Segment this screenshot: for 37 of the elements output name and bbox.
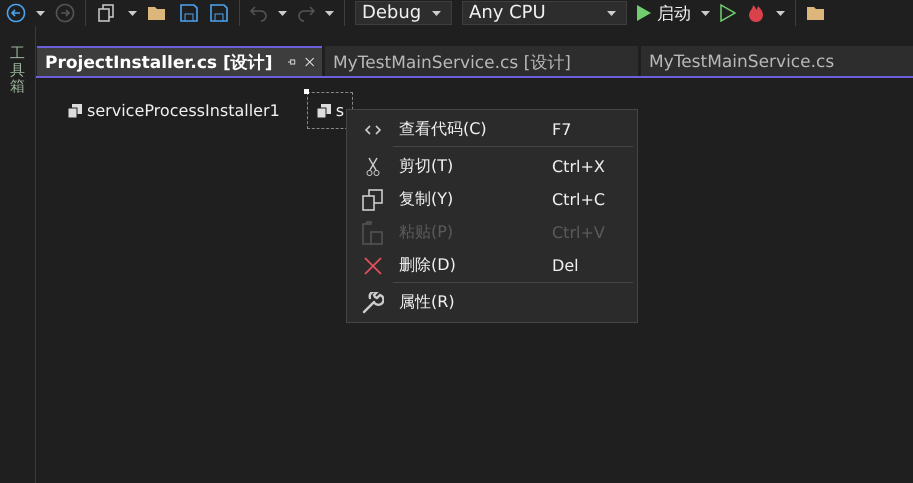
menu-item[interactable]: 剪切(T) Ctrl+X <box>347 150 637 183</box>
document-tab[interactable]: MyTestMainService.cs [设计] <box>325 46 638 76</box>
component-item[interactable]: serviceProcessInstaller1 <box>58 92 289 129</box>
save-icon[interactable] <box>179 3 199 23</box>
component-icon <box>67 102 83 118</box>
play-icon <box>637 5 651 21</box>
caret-icon[interactable] <box>776 10 785 16</box>
play-outline-icon[interactable] <box>720 4 736 22</box>
caret-icon[interactable] <box>432 10 441 16</box>
caret-icon[interactable] <box>701 10 710 16</box>
caret-icon[interactable] <box>325 10 334 16</box>
wrench-icon <box>362 292 384 314</box>
pin-icon[interactable] <box>288 57 297 67</box>
menu-item[interactable]: 复制(Y) Ctrl+C <box>347 183 637 216</box>
menu-item[interactable]: 删除(D) Del <box>347 249 637 282</box>
menu-item[interactable]: 属性(R) <box>347 286 637 319</box>
flame-icon[interactable] <box>746 3 766 23</box>
close-icon[interactable] <box>304 55 314 69</box>
caret-icon[interactable] <box>607 10 616 16</box>
document-tab[interactable]: MyTestMainService.cs <box>641 46 913 76</box>
caret-icon[interactable] <box>278 10 287 16</box>
copy-icon <box>362 188 384 210</box>
configuration-dropdown[interactable]: Debug <box>355 1 452 25</box>
scissors-icon <box>366 156 380 176</box>
caret-icon[interactable] <box>128 10 137 16</box>
caret-icon[interactable] <box>36 10 45 16</box>
code-icon <box>365 124 381 134</box>
document-tab[interactable]: ProjectInstaller.cs [设计] <box>37 46 322 76</box>
paste-icon <box>362 220 384 244</box>
toolbox-tab[interactable]: 工具箱 <box>10 45 25 483</box>
save-all-icon[interactable] <box>209 3 229 23</box>
component-icon <box>316 102 332 118</box>
start-button[interactable]: 启动 <box>637 2 691 24</box>
delete-icon <box>364 256 382 274</box>
resize-handle[interactable] <box>304 89 309 94</box>
platform-dropdown[interactable]: Any CPU <box>462 1 627 25</box>
back-icon[interactable] <box>6 3 26 23</box>
